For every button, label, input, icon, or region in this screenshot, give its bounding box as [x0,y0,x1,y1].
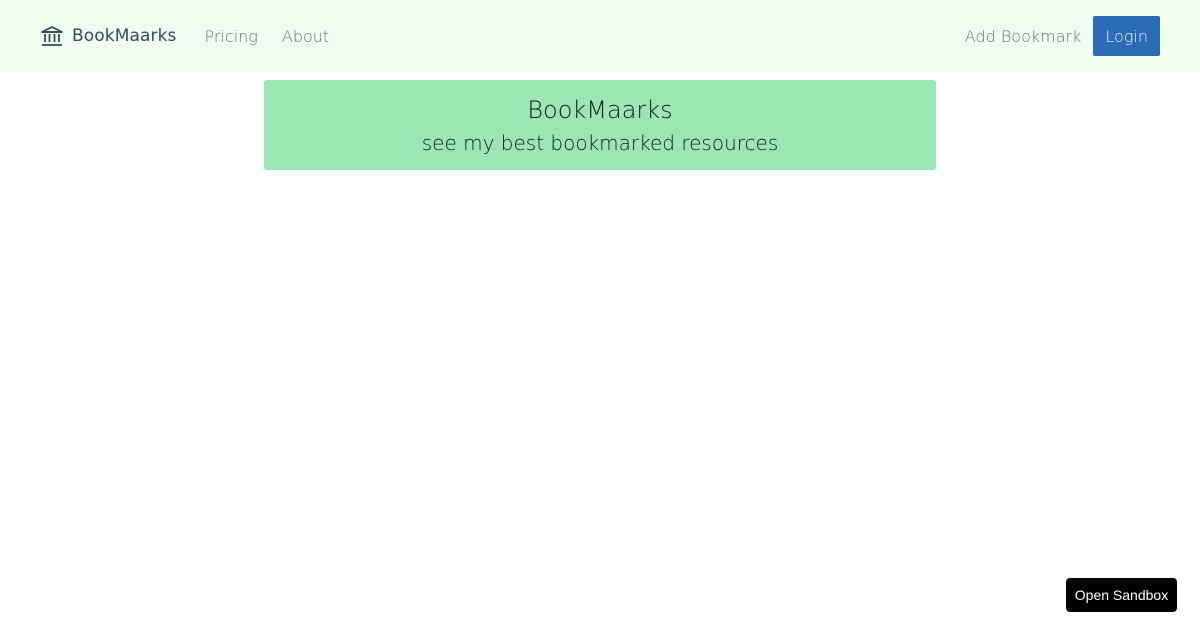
add-bookmark-link[interactable]: Add Bookmark [965,27,1082,46]
nav-link-pricing[interactable]: Pricing [205,27,258,46]
bank-building-icon [40,24,64,48]
hero-title: BookMaarks [527,96,673,124]
hero-subtitle: see my best bookmarked resources [421,131,779,155]
brand-link[interactable]: BookMaarks [40,24,177,48]
hero-banner: BookMaarks see my best bookmarked resour… [264,80,936,170]
nav-link-about[interactable]: About [282,27,329,46]
login-button[interactable]: Login [1093,16,1160,56]
top-navbar: BookMaarks Pricing About Add Bookmark Lo… [0,0,1200,72]
open-sandbox-button[interactable]: Open Sandbox [1066,578,1177,612]
navbar-right-group: Add Bookmark Login [965,16,1160,56]
brand-name: BookMaarks [72,26,177,46]
